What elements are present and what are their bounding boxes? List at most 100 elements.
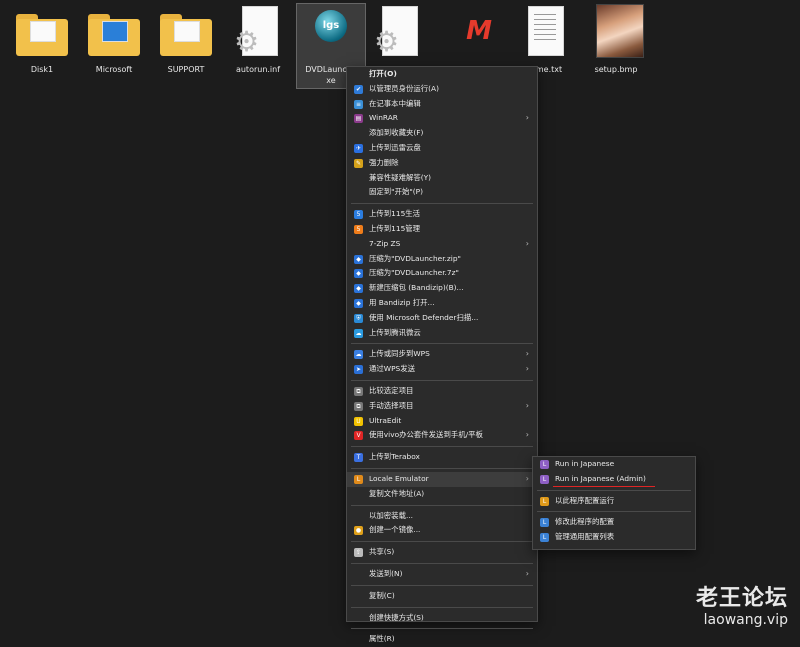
- file-label: autorun.inf: [235, 65, 281, 74]
- file-label: setup.bmp: [594, 65, 638, 74]
- context-menu-item[interactable]: T 上传到Terabox: [347, 450, 537, 465]
- menu-item-label: 使用 Microsoft Defender扫描...: [369, 312, 479, 322]
- file-m-app[interactable]: M: [444, 4, 512, 64]
- context-menu-item[interactable]: ◆ 新建压缩包 (Bandizip)(B)...: [347, 281, 537, 296]
- context-menu-item[interactable]: 7-Zip ZS ›: [347, 237, 537, 252]
- menu-item-label: Locale Emulator: [369, 473, 429, 483]
- context-menu-item[interactable]: ☁ 上传或同步到WPS ›: [347, 347, 537, 362]
- file-label: Microsoft: [95, 65, 133, 74]
- context-menu-item[interactable]: 兼容性疑难解答(Y): [347, 171, 537, 186]
- context-menu-item[interactable]: V 使用vivo办公套件发送到手机/平板 ›: [347, 428, 537, 443]
- context-menu-item[interactable]: 属性(R): [347, 632, 537, 647]
- context-menu-item[interactable]: 5 上传到115管理: [347, 222, 537, 237]
- menu-item-label: UltraEdit: [369, 415, 402, 425]
- compare-icon: ⧉: [354, 386, 363, 396]
- context-menu-item[interactable]: L Locale Emulator ›: [347, 471, 537, 487]
- shield-icon: ✔: [354, 84, 363, 94]
- locale-emulator-submenu: L Run in Japanese L Run in Japanese (Admin)…: [532, 456, 696, 550]
- context-menu-item[interactable]: 添加到收藏夹(F): [347, 126, 537, 141]
- menu-item-label: 兼容性疑难解答(Y): [369, 172, 432, 182]
- ultraedit-icon: U: [354, 416, 363, 426]
- context-menu-item[interactable]: 5 上传到115生活: [347, 207, 537, 222]
- context-menu-item[interactable]: ➤ 通过WPS发送 ›: [347, 362, 537, 377]
- menu-item-label: 管理通用配置列表: [555, 532, 615, 542]
- menu-item-label: 压缩为"DVDLauncher.zip": [369, 253, 461, 263]
- settings-file-icon: ⚙: [232, 4, 284, 60]
- share-icon: ⇪: [354, 548, 363, 558]
- folder-microsoft[interactable]: Microsoft: [80, 4, 148, 75]
- menu-item-label: 手动选择项目: [369, 400, 414, 410]
- menu-item-label: 属性(R): [369, 634, 395, 644]
- context-menu-item[interactable]: ✔ 以管理员身份运行(A): [347, 82, 537, 97]
- context-menu-item[interactable]: U UltraEdit: [347, 414, 537, 429]
- file-settings[interactable]: ⚙: [364, 4, 432, 64]
- menu-separator: [351, 504, 533, 506]
- chevron-right-icon: ›: [525, 473, 529, 483]
- context-menu-item[interactable]: ◆ 压缩为"DVDLauncher.7z": [347, 266, 537, 281]
- menu-separator: [351, 628, 533, 630]
- context-menu-item[interactable]: 创建快捷方式(S): [347, 611, 537, 626]
- menu-item-label: 修改此程序的配置: [555, 517, 615, 527]
- weiyun-icon: ☁: [354, 328, 363, 338]
- chevron-right-icon: ›: [525, 568, 529, 578]
- context-menu-item[interactable]: ◆ 压缩为"DVDLauncher.zip": [347, 252, 537, 267]
- bandizip-icon: ◆: [354, 298, 363, 308]
- context-menu-item[interactable]: ✎ 强力删除: [347, 156, 537, 171]
- context-menu-item[interactable]: 以加密装载...: [347, 509, 537, 524]
- context-menu-item[interactable]: 打开(O): [347, 67, 537, 82]
- text-file-icon: [518, 4, 570, 60]
- folder-disk1[interactable]: Disk1: [8, 4, 76, 75]
- menu-item-label: 用 Bandizip 打开...: [369, 297, 435, 307]
- vivo-icon: V: [354, 431, 363, 441]
- context-menu-item[interactable]: ✈ 上传到迅雷云盘: [347, 141, 537, 156]
- menu-item-label: 7-Zip ZS: [369, 238, 401, 248]
- le-orange-icon: L: [540, 496, 549, 506]
- file-setup-bmp[interactable]: setup.bmp: [582, 4, 650, 75]
- chevron-right-icon: ›: [525, 349, 529, 359]
- file-autorun[interactable]: ⚙ autorun.inf: [224, 4, 292, 75]
- menu-separator: [351, 541, 533, 543]
- menu-separator: [351, 562, 533, 564]
- image-file-icon: [590, 4, 644, 60]
- menu-item-label: 上传到腾讯微云: [369, 327, 421, 337]
- context-menu-item[interactable]: ● 创建一个镜像...: [347, 523, 537, 538]
- menu-separator: [351, 467, 533, 469]
- menu-item-label: 上传到Terabox: [369, 452, 420, 462]
- context-menu: 打开(O) ✔ 以管理员身份运行(A) ≡ 在记事本中编辑 ▤ WinRAR › 添加到收藏夹(…: [346, 66, 538, 643]
- menu-separator: [351, 203, 533, 205]
- menu-item-label: 上传到115生活: [369, 209, 421, 219]
- menu-separator: [351, 446, 533, 448]
- context-menu-item[interactable]: ⛨ 使用 Microsoft Defender扫描...: [347, 311, 537, 326]
- context-menu-item[interactable]: ⧉ 手动选择项目 ›: [347, 399, 537, 414]
- menu-separator: [351, 379, 533, 381]
- context-menu-item[interactable]: ▤ WinRAR ›: [347, 111, 537, 126]
- context-menu-item[interactable]: 复制(C): [347, 589, 537, 604]
- wps-cloud-icon: ☁: [354, 350, 363, 360]
- folder-support[interactable]: SUPPORT: [152, 4, 220, 75]
- locale-emulator-icon: L: [354, 474, 363, 484]
- context-menu-item[interactable]: ⇪ 共享(S): [347, 545, 537, 560]
- submenu-item[interactable]: L 修改此程序的配置: [533, 515, 695, 530]
- folder-icon: [88, 4, 140, 60]
- context-menu-item[interactable]: ⧉ 比较选定项目: [347, 384, 537, 399]
- thunder-icon: ✈: [354, 143, 363, 153]
- menu-separator: [537, 511, 691, 513]
- context-menu-item[interactable]: 固定到"开始"(P): [347, 185, 537, 200]
- submenu-item[interactable]: L Run in Japanese: [533, 457, 695, 472]
- submenu-item[interactable]: L 以此程序配置运行: [533, 494, 695, 509]
- menu-item-label: 上传到迅雷云盘: [369, 142, 421, 152]
- settings-file-icon: ⚙: [372, 4, 424, 60]
- context-menu-item[interactable]: ◆ 用 Bandizip 打开...: [347, 296, 537, 311]
- submenu-item[interactable]: L 管理通用配置列表: [533, 530, 695, 545]
- file-readme[interactable]: adme.txt: [510, 4, 578, 75]
- menu-item-label: 以加密装载...: [369, 510, 414, 520]
- submenu-item[interactable]: L Run in Japanese (Admin): [533, 472, 695, 487]
- delete-icon: ✎: [354, 158, 363, 168]
- menu-item-label: 上传或同步到WPS: [369, 349, 430, 359]
- context-menu-item[interactable]: 复制文件地址(A): [347, 487, 537, 502]
- context-menu-item[interactable]: ≡ 在记事本中编辑: [347, 97, 537, 112]
- menu-item-label: 使用vivo办公套件发送到手机/平板: [369, 430, 483, 440]
- context-menu-item[interactable]: ☁ 上传到腾讯微云: [347, 326, 537, 341]
- context-menu-item[interactable]: 发送到(N) ›: [347, 567, 537, 582]
- menu-item-label: 共享(S): [369, 547, 395, 557]
